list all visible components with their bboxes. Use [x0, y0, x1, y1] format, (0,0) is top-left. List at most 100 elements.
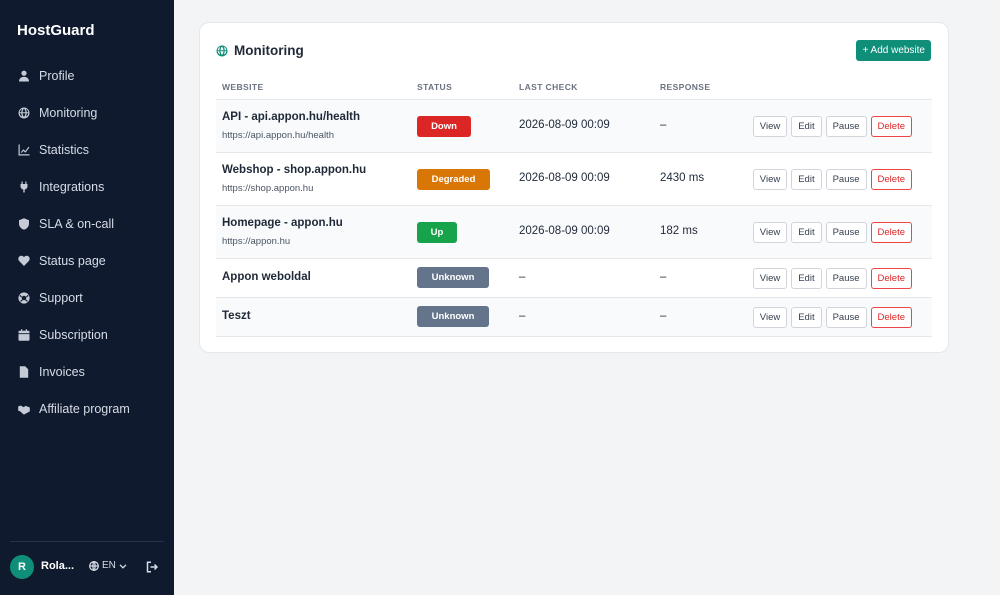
column-header-status: STATUS: [417, 82, 453, 92]
sidebar-nav: Profile Monitoring Statistics Integratio…: [0, 57, 174, 427]
row-actions: View Edit Pause Delete: [752, 222, 912, 243]
status-badge: Down: [417, 116, 471, 137]
table-header: WEBSITE STATUS LAST CHECK RESPONSE: [216, 77, 932, 100]
sidebar-item-integrations[interactable]: Integrations: [0, 168, 174, 205]
handshake-icon: [18, 403, 30, 415]
status-badge: Up: [417, 222, 457, 243]
column-header-response: RESPONSE: [660, 82, 711, 92]
website-name[interactable]: Homepage - appon.hu: [222, 217, 343, 229]
sidebar-item-statistics[interactable]: Statistics: [0, 131, 174, 168]
sidebar-item-subscription[interactable]: Subscription: [0, 316, 174, 353]
pause-button[interactable]: Pause: [825, 222, 867, 243]
column-header-last-check: LAST CHECK: [519, 82, 578, 92]
status-badge: Degraded: [417, 169, 490, 190]
page-title-text: Monitoring: [234, 43, 304, 58]
delete-button[interactable]: Delete: [870, 116, 912, 137]
website-name[interactable]: API - api.appon.hu/health: [222, 111, 360, 123]
row-actions: View Edit Pause Delete: [752, 307, 912, 328]
calendar-icon: [18, 328, 30, 341]
globe-icon: [89, 560, 99, 571]
sidebar-item-status-page[interactable]: Status page: [0, 242, 174, 279]
chart-line-icon: [18, 144, 30, 156]
language-label: EN: [102, 560, 116, 571]
status-badge: Unknown: [417, 267, 489, 288]
sidebar-item-label: Subscription: [39, 327, 108, 342]
website-name[interactable]: Webshop - shop.appon.hu: [222, 164, 366, 176]
sidebar-item-label: Support: [39, 290, 83, 305]
sidebar-item-support[interactable]: Support: [0, 279, 174, 316]
row-actions: View Edit Pause Delete: [752, 116, 912, 137]
sidebar-item-label: Invoices: [39, 364, 85, 379]
last-check-value: 2026-08-09 00:09: [519, 172, 610, 184]
avatar[interactable]: R: [10, 555, 34, 579]
edit-button[interactable]: Edit: [791, 222, 822, 243]
page-title: Monitoring: [216, 43, 304, 58]
edit-button[interactable]: Edit: [791, 307, 822, 328]
response-value: 182 ms: [660, 225, 698, 237]
last-check-value: 2026-08-09 00:09: [519, 119, 610, 131]
view-button[interactable]: View: [752, 222, 788, 243]
delete-button[interactable]: Delete: [870, 222, 912, 243]
website-name[interactable]: Appon weboldal: [222, 271, 311, 283]
pause-button[interactable]: Pause: [825, 307, 867, 328]
sidebar: HostGuard Profile Monitoring Statistics …: [0, 0, 174, 595]
heart-pulse-icon: [18, 255, 30, 267]
logout-icon: [146, 561, 159, 573]
view-button[interactable]: View: [752, 268, 788, 289]
last-check-value: –: [519, 271, 526, 283]
view-button[interactable]: View: [752, 116, 788, 137]
delete-button[interactable]: Delete: [870, 307, 912, 328]
pause-button[interactable]: Pause: [825, 169, 867, 190]
user-name[interactable]: Rola...: [41, 560, 74, 572]
status-badge: Unknown: [417, 306, 489, 327]
sidebar-footer: R Rola... EN: [10, 541, 164, 595]
globe-icon: [18, 107, 30, 119]
pause-button[interactable]: Pause: [825, 116, 867, 137]
sidebar-item-label: Monitoring: [39, 105, 98, 120]
sidebar-item-profile[interactable]: Profile: [0, 57, 174, 94]
language-selector[interactable]: EN: [89, 560, 127, 571]
edit-button[interactable]: Edit: [791, 169, 822, 190]
row-actions: View Edit Pause Delete: [752, 268, 912, 289]
user-icon: [18, 70, 30, 82]
delete-button[interactable]: Delete: [870, 268, 912, 289]
edit-button[interactable]: Edit: [791, 116, 822, 137]
response-value: –: [660, 119, 667, 131]
sidebar-item-invoices[interactable]: Invoices: [0, 353, 174, 390]
sidebar-item-sla-on-call[interactable]: SLA & on-call: [0, 205, 174, 242]
logout-button[interactable]: [146, 560, 159, 573]
sidebar-item-label: Integrations: [39, 179, 105, 194]
column-header-website: WEBSITE: [222, 82, 264, 92]
brand-logo[interactable]: HostGuard: [17, 22, 95, 39]
website-url: https://shop.appon.hu: [222, 183, 314, 194]
response-value: 2430 ms: [660, 172, 705, 184]
view-button[interactable]: View: [752, 307, 788, 328]
life-ring-icon: [18, 291, 30, 304]
response-value: –: [660, 271, 667, 283]
table-row: Appon weboldal Unknown – – View Edit Pau…: [216, 259, 932, 298]
sidebar-item-monitoring[interactable]: Monitoring: [0, 94, 174, 131]
document-icon: [18, 365, 30, 378]
row-actions: View Edit Pause Delete: [752, 169, 912, 190]
sidebar-item-label: Profile: [39, 68, 75, 83]
add-website-button[interactable]: + Add website: [856, 40, 931, 61]
shield-icon: [18, 217, 30, 230]
response-value: –: [660, 310, 667, 322]
view-button[interactable]: View: [752, 169, 788, 190]
website-url: https://appon.hu: [222, 236, 291, 247]
edit-button[interactable]: Edit: [791, 268, 822, 289]
website-name[interactable]: Teszt: [222, 310, 251, 322]
table-row: Teszt Unknown – – View Edit Pause Delete: [216, 298, 932, 337]
monitoring-card: Monitoring + Add website WEBSITE STATUS …: [199, 22, 949, 353]
sidebar-item-label: Affiliate program: [39, 401, 130, 416]
table-row: Webshop - shop.appon.hu https://shop.app…: [216, 153, 932, 206]
pause-button[interactable]: Pause: [825, 268, 867, 289]
last-check-value: –: [519, 310, 526, 322]
sidebar-item-label: Status page: [39, 253, 106, 268]
globe-icon: [216, 45, 228, 56]
plug-icon: [18, 181, 30, 193]
sidebar-item-label: Statistics: [39, 142, 90, 157]
delete-button[interactable]: Delete: [870, 169, 912, 190]
sidebar-item-affiliate-program[interactable]: Affiliate program: [0, 390, 174, 427]
last-check-value: 2026-08-09 00:09: [519, 225, 610, 237]
